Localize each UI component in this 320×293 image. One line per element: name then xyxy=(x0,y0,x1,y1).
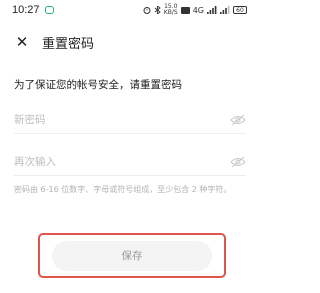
status-time: 10:27 xyxy=(12,4,40,16)
network-type: 4G xyxy=(192,5,204,15)
status-bar-left: 10:27 xyxy=(12,4,54,16)
battery-icon: 60 xyxy=(233,6,247,14)
password-hint: 密码由 6-16 位数字、字母或符号组成，至少包含 2 种字符。 xyxy=(14,185,232,194)
confirm-password-input[interactable] xyxy=(14,156,204,168)
app-notification-icon xyxy=(44,6,54,14)
save-button[interactable]: 保存 xyxy=(52,240,212,271)
new-password-row xyxy=(14,107,246,134)
network-speed-unit: KB/S xyxy=(163,9,178,16)
page-title: 重置密码 xyxy=(42,36,95,52)
status-bar: 10:27 15.0 KB/S 4G 60 xyxy=(0,0,257,20)
eye-hidden-icon[interactable] xyxy=(230,156,246,168)
alarm-icon xyxy=(143,7,151,14)
eye-hidden-icon[interactable] xyxy=(230,114,246,126)
save-button-highlight: 保存 xyxy=(38,233,226,278)
signal-2-icon xyxy=(220,6,230,14)
signal-icon xyxy=(207,6,217,14)
network-speed: 15.0 KB/S xyxy=(164,4,178,16)
new-password-input[interactable] xyxy=(14,114,204,126)
header: ✕ 重置密码 xyxy=(0,28,257,56)
hd-icon xyxy=(180,6,190,14)
confirm-password-row xyxy=(14,149,246,176)
status-bar-right: 15.0 KB/S 4G 60 xyxy=(143,4,247,16)
close-button[interactable]: ✕ xyxy=(12,32,32,52)
bluetooth-icon xyxy=(154,6,161,14)
instruction-text: 为了保证您的帐号安全，请重置密码 xyxy=(14,79,182,91)
